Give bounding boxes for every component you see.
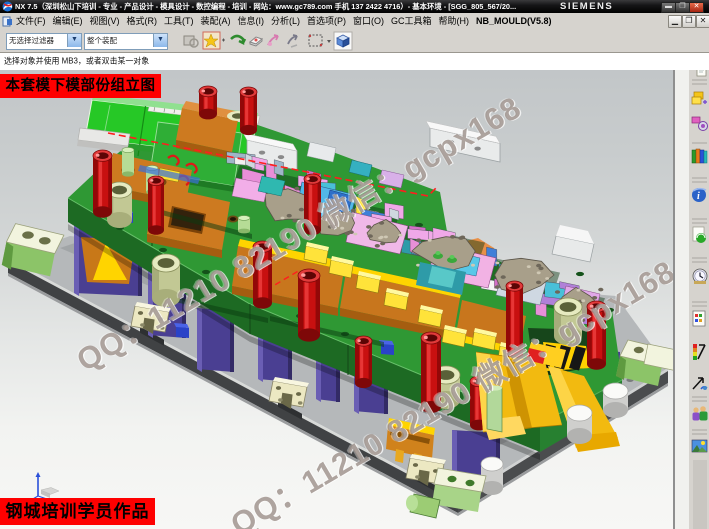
svg-text:i: i	[697, 191, 700, 202]
